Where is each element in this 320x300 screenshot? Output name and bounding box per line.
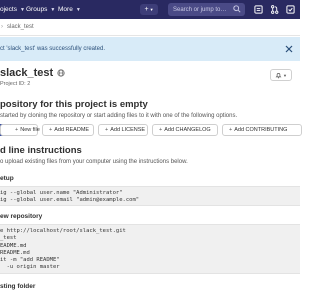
chevron-down-icon: ▼: [283, 72, 287, 78]
code-line: EADME.md: [0, 242, 27, 249]
plus-icon: +: [144, 6, 149, 13]
new-item-button[interactable]: + ▼: [140, 4, 158, 15]
projects-label: ojects: [0, 6, 17, 13]
code-line: it -m "add README": [0, 257, 60, 264]
plus-icon: +: [229, 127, 233, 133]
empty-repo-heading: pository for this project is empty: [0, 99, 148, 110]
setup-code-block[interactable]: ig --global user.name "Administrator" ig…: [0, 186, 300, 206]
more-menu[interactable]: More ▼: [58, 0, 81, 19]
globe-icon: [57, 69, 65, 77]
code-line: ig --global user.email "admin@example.co…: [0, 197, 140, 204]
add-license-button[interactable]: + Add LICENSE: [98, 124, 148, 136]
code-line: _test: [0, 235, 17, 242]
merge-request-icon[interactable]: [268, 4, 280, 15]
add-contributing-button[interactable]: + Add CONTRIBUTING: [222, 124, 302, 136]
project-title: slack_test: [0, 67, 65, 79]
plus-icon: +: [105, 127, 109, 133]
setup-heading: etup: [0, 175, 14, 182]
groups-menu[interactable]: Groups ▼: [26, 0, 55, 19]
flash-message: ct 'slack_test' was successfully created…: [0, 46, 105, 52]
search-placeholder: Search or jump to…: [173, 6, 227, 13]
chevron-down-icon: ▼: [50, 6, 56, 13]
top-navbar: ojects ▼ Groups ▼ More ▼ + ▼ Search or ju…: [0, 0, 300, 19]
plus-icon: +: [49, 127, 53, 133]
add-changelog-button[interactable]: + Add CHANGELOG: [152, 124, 218, 136]
more-label: More: [58, 6, 73, 13]
flash-notice: ct 'slack_test' was successfully created…: [0, 37, 300, 61]
issues-icon[interactable]: [252, 4, 264, 15]
breadcrumb: › slack_test: [0, 19, 300, 36]
search-input[interactable]: Search or jump to…: [168, 3, 245, 16]
chevron-down-icon: ▼: [149, 7, 154, 12]
groups-label: Groups: [26, 6, 48, 13]
add-readme-button[interactable]: + Add README: [42, 124, 94, 136]
cli-heading: d line instructions: [0, 145, 82, 156]
new-repo-heading: ew repository: [0, 213, 43, 220]
existing-folder-heading: sting folder: [0, 283, 36, 290]
code-line: README.md: [0, 249, 30, 256]
new-file-label: New file: [20, 127, 40, 133]
add-changelog-label: Add CHANGELOG: [164, 127, 211, 133]
close-icon[interactable]: [284, 44, 294, 54]
chevron-down-icon: ▼: [75, 6, 81, 13]
new-file-button[interactable]: + New file: [0, 124, 40, 136]
chevron-down-icon: ▼: [19, 6, 25, 13]
empty-repo-subtitle: started by cloning the repository or sta…: [0, 113, 238, 119]
add-readme-label: Add README: [54, 127, 90, 133]
todo-icon[interactable]: [284, 4, 296, 15]
search-icon: [233, 5, 241, 13]
add-contributing-label: Add CONTRIBUTING: [234, 127, 288, 133]
plus-icon: +: [15, 127, 19, 133]
code-line: e http://localhost/root/slack_test.git: [0, 228, 126, 234]
bell-icon: [275, 72, 282, 78]
code-line: ig --global user.name "Administrator": [0, 190, 123, 196]
chevron-right-icon: ›: [1, 24, 3, 30]
project-name: slack_test: [0, 67, 54, 79]
project-id: Project ID: 2: [0, 81, 31, 87]
plus-icon: +: [159, 127, 163, 133]
new-repo-code-block[interactable]: e http://localhost/root/slack_test.git _…: [0, 224, 300, 274]
cli-subtitle: o upload existing files from your comput…: [0, 159, 188, 165]
code-line: -u origin master: [0, 264, 60, 271]
projects-menu[interactable]: ojects ▼: [0, 0, 25, 19]
breadcrumb-item[interactable]: slack_test: [7, 24, 34, 30]
notification-button[interactable]: ▼: [270, 69, 292, 81]
add-license-label: Add LICENSE: [110, 127, 146, 133]
